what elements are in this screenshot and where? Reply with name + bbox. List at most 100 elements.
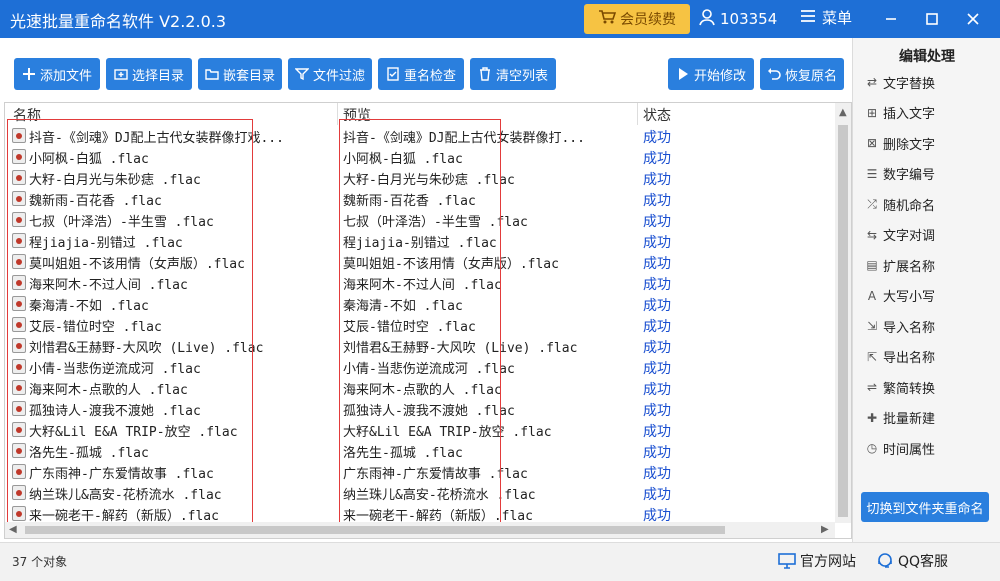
file-preview: 纳兰珠儿&高安-花桥流水 .flac: [343, 488, 536, 503]
file-name: 秦海清-不如 .flac: [29, 299, 149, 314]
rename-check-button[interactable]: 重名检查: [378, 58, 464, 90]
table-row[interactable]: 孤独诗人-渡我不渡她 .flac 孤独诗人-渡我不渡她 .flac 成功: [5, 398, 835, 419]
qq-service-link[interactable]: QQ客服: [876, 551, 948, 571]
audio-file-icon: [12, 443, 26, 458]
header-name[interactable]: 名称: [13, 105, 41, 125]
vertical-scroll-thumb[interactable]: [838, 125, 848, 517]
edit-item-insert-text[interactable]: ⊞ 插入文字: [865, 102, 935, 124]
minimize-button[interactable]: [878, 6, 904, 32]
edit-item-label: 删除文字: [883, 137, 936, 153]
scroll-left-icon[interactable]: ◀: [9, 524, 17, 535]
table-row[interactable]: 小倩-当悲伤逆流成河 .flac 小倩-当悲伤逆流成河 .flac 成功: [5, 356, 835, 377]
table-row[interactable]: 程jiajia-别错过 .flac 程jiajia-别错过 .flac 成功: [5, 230, 835, 251]
file-filter-button[interactable]: 文件过滤: [288, 58, 372, 90]
minimize-icon: [886, 18, 896, 20]
header-status[interactable]: 状态: [643, 105, 671, 125]
file-preview: 秦海清-不如 .flac: [343, 299, 463, 314]
file-status: 成功: [643, 424, 671, 440]
start-modify-button[interactable]: 开始修改: [668, 58, 754, 90]
file-status: 成功: [643, 256, 671, 272]
nested-dir-button[interactable]: 嵌套目录: [198, 58, 282, 90]
audio-file-icon: [12, 317, 26, 332]
file-status: 成功: [643, 130, 671, 146]
file-status: 成功: [643, 172, 671, 188]
edit-item-swap[interactable]: ⇆ 文字对调: [865, 224, 935, 246]
clear-list-button[interactable]: 清空列表: [470, 58, 556, 90]
edit-item-case[interactable]: A 大写小写: [865, 285, 935, 307]
table-row[interactable]: 海来阿木-点歌的人 .flac 海来阿木-点歌的人 .flac 成功: [5, 377, 835, 398]
edit-item-number[interactable]: ☰ 数字编号: [865, 163, 935, 185]
edit-item-import[interactable]: ⇲ 导入名称: [865, 315, 935, 337]
table-row[interactable]: 纳兰珠儿&高安-花桥流水 .flac 纳兰珠儿&高安-花桥流水 .flac 成功: [5, 482, 835, 503]
file-name: 刘惜君&王赫野-大风吹 (Live) .flac: [29, 341, 264, 356]
edit-item-export[interactable]: ⇱ 导出名称: [865, 346, 935, 368]
file-preview: 海来阿木-不过人间 .flac: [343, 278, 502, 293]
table-row[interactable]: 海来阿木-不过人间 .flac 海来阿木-不过人间 .flac 成功: [5, 272, 835, 293]
horizontal-scroll-thumb[interactable]: [25, 526, 725, 534]
vip-label: 会员续费: [620, 12, 676, 28]
edit-item-delete-text[interactable]: ⊠ 删除文字: [865, 132, 935, 154]
scroll-right-icon[interactable]: ▶: [821, 524, 829, 535]
edit-item-convert[interactable]: ⇌ 繁简转换: [865, 376, 935, 398]
add-file-button[interactable]: 添加文件: [14, 58, 100, 90]
filter-icon: [294, 68, 309, 81]
horizontal-scrollbar[interactable]: ◀ ▶: [5, 522, 835, 538]
table-row[interactable]: 抖音-《剑魂》DJ配上古代女装群像打戏... 抖音-《剑魂》DJ配上古代女装群像打…: [5, 125, 835, 146]
table-row[interactable]: 来一碗老干-解药（新版）.flac 来一碗老干-解药（新版）.flac 成功: [5, 503, 835, 523]
switch-folder-rename-button[interactable]: 切换到文件夹重命名: [861, 492, 989, 522]
edit-item-label: 大写小写: [883, 290, 936, 305]
clear-list-label: 清空列表: [495, 68, 548, 84]
edit-item-label: 文字对调: [883, 229, 936, 244]
user-account[interactable]: 103354: [698, 8, 777, 30]
restore-name-label: 恢复原名: [784, 68, 837, 84]
table-row[interactable]: 大籽&Lil E&A TRIP-放空 .flac 大籽&Lil E&A TRIP-…: [5, 419, 835, 440]
import-icon: ⇲: [866, 319, 878, 333]
file-list: 名称 预览 状态 抖音-《剑魂》DJ配上古代女装群像打戏... 抖音-《剑魂》DJ…: [4, 102, 852, 539]
table-row[interactable]: 大籽-白月光与朱砂痣 .flac 大籽-白月光与朱砂痣 .flac 成功: [5, 167, 835, 188]
audio-file-icon: [12, 212, 26, 227]
vip-renew-button[interactable]: 会员续费: [584, 4, 690, 34]
audio-file-icon: [12, 191, 26, 206]
file-preview: 魏新雨-百花香 .flac: [343, 194, 476, 209]
edit-item-extension[interactable]: ▤ 扩展名称: [865, 254, 935, 276]
restore-name-button[interactable]: 恢复原名: [760, 58, 844, 90]
table-row[interactable]: 秦海清-不如 .flac 秦海清-不如 .flac 成功: [5, 293, 835, 314]
official-website-link[interactable]: 官方网站: [778, 551, 856, 571]
table-row[interactable]: 小阿枫-白狐 .flac 小阿枫-白狐 .flac 成功: [5, 146, 835, 167]
table-row[interactable]: 洛先生-孤城 .flac 洛先生-孤城 .flac 成功: [5, 440, 835, 461]
edit-item-clock[interactable]: ◷ 时间属性: [865, 437, 935, 459]
file-status: 成功: [643, 382, 671, 398]
vertical-scrollbar[interactable]: ▲: [835, 103, 851, 523]
audio-file-icon: [12, 485, 26, 500]
file-name: 程jiajia-别错过 .flac: [29, 236, 183, 251]
audio-file-icon: [12, 254, 26, 269]
edit-item-label: 文字替换: [883, 76, 936, 92]
close-button[interactable]: [960, 6, 986, 32]
file-preview: 广东雨神-广东爱情故事 .flac: [343, 467, 528, 482]
column-divider[interactable]: [337, 103, 338, 125]
menu-button[interactable]: 菜单: [800, 7, 852, 28]
column-divider[interactable]: [637, 103, 638, 125]
file-preview: 来一碗老干-解药（新版）.flac: [343, 509, 533, 523]
edit-item-label: 扩展名称: [883, 259, 936, 275]
table-row[interactable]: 莫叫姐姐-不该用情（女声版）.flac 莫叫姐姐-不该用情（女声版）.flac 成功: [5, 251, 835, 272]
file-name: 来一碗老干-解药（新版）.flac: [29, 509, 219, 523]
edit-item-replace[interactable]: ⇄ 文字替换: [865, 71, 935, 93]
file-preview: 孤独诗人-渡我不渡她 .flac: [343, 404, 515, 419]
table-row[interactable]: 广东雨神-广东爱情故事 .flac 广东雨神-广东爱情故事 .flac 成功: [5, 461, 835, 482]
edit-item-new-batch[interactable]: ✚ 批量新建: [865, 407, 935, 429]
header-preview[interactable]: 预览: [343, 105, 371, 125]
scroll-up-icon[interactable]: ▲: [839, 107, 847, 118]
table-row[interactable]: 魏新雨-百花香 .flac 魏新雨-百花香 .flac 成功: [5, 188, 835, 209]
maximize-button[interactable]: [919, 6, 945, 32]
file-status: 成功: [643, 235, 671, 251]
table-row[interactable]: 艾辰-错位时空 .flac 艾辰-错位时空 .flac 成功: [5, 314, 835, 335]
edit-panel-title: 编辑处理: [899, 49, 955, 65]
edit-item-shuffle[interactable]: ⤮ 随机命名: [865, 193, 935, 215]
file-preview: 海来阿木-点歌的人 .flac: [343, 383, 502, 398]
check-doc-icon: [387, 67, 399, 81]
select-dir-button[interactable]: 选择目录: [106, 58, 192, 90]
menu-icon: [800, 9, 816, 27]
table-row[interactable]: 七叔（叶泽浩）-半生雪 .flac 七叔（叶泽浩）-半生雪 .flac 成功: [5, 209, 835, 230]
table-row[interactable]: 刘惜君&王赫野-大风吹 (Live) .flac 刘惜君&王赫野-大风吹 (Liv…: [5, 335, 835, 356]
